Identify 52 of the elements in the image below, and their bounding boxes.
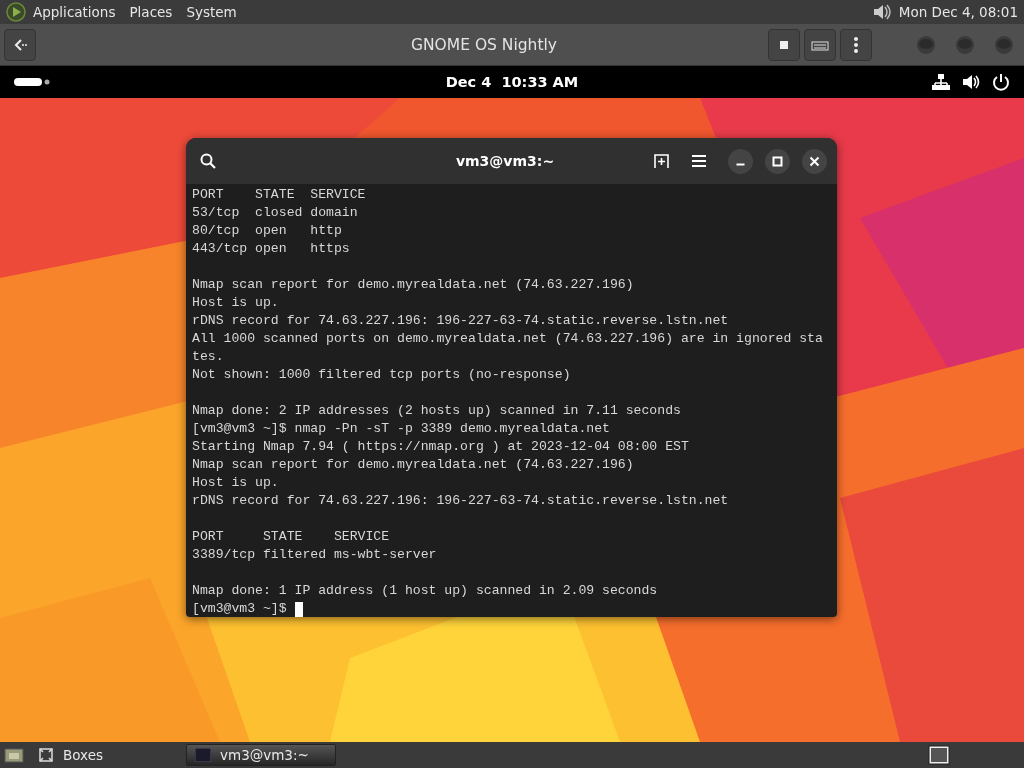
terminal-line: [vm3@vm3 ~]$: [192, 600, 287, 617]
kebab-menu-icon: [854, 36, 858, 53]
terminal-line: All 1000 scanned ports on demo.myrealdata.net (74.63.227.196) are in ignored sta: [192, 330, 823, 348]
terminal-line: Not shown: 1000 filtered tcp ports (no-response): [192, 366, 571, 384]
terminal-line: tes.: [192, 348, 224, 366]
activities-indicator-icon[interactable]: [14, 78, 50, 86]
terminal-line: rDNS record for 74.63.227.196: 196-227-63-74.static.reverse.lstn.net: [192, 492, 729, 510]
terminal-line: 80/tcp open http: [192, 222, 342, 240]
keyboard-button[interactable]: [804, 28, 836, 61]
back-button[interactable]: [4, 28, 36, 61]
terminal-line: Starting Nmap 7.94 ( https://nmap.org ) at 2023-12-04 08:00 EST: [192, 438, 689, 456]
text-cursor: [294, 601, 303, 617]
taskbar-button[interactable]: vm3@vm3:~: [186, 744, 336, 766]
terminal-line: PORT STATE SERVICE: [192, 186, 366, 204]
keyboard-icon: [811, 38, 829, 51]
boxes-icon: [38, 747, 54, 763]
menu-item[interactable]: Places: [122, 4, 180, 20]
close-button[interactable]: [802, 148, 827, 174]
window-title: vm3@vm3:~: [454, 153, 556, 169]
workspace-switcher-icon[interactable]: [928, 745, 950, 765]
square-icon: [780, 40, 788, 49]
terminal-line: Nmap scan report for demo.myrealdata.net (74.63.227.196): [192, 456, 634, 474]
terminal-line: Host is up.: [192, 474, 279, 492]
terminal-line: Nmap done: 2 IP addresses (2 hosts up) scanned in 7.11 seconds: [192, 402, 681, 420]
minimize-button[interactable]: [728, 148, 753, 174]
terminal-line: PORT STATE SERVICE: [192, 528, 390, 546]
maximize-button[interactable]: [765, 148, 790, 174]
terminal-line: Host is up.: [192, 294, 279, 312]
terminal-line: Nmap scan report for demo.myrealdata.net (74.63.227.196): [192, 276, 634, 294]
power-icon[interactable]: [992, 73, 1010, 91]
menu-item[interactable]: Applications: [26, 4, 123, 20]
terminal-line: 3389/tcp filtered ms-wbt-server: [192, 546, 437, 564]
network-icon[interactable]: [932, 73, 950, 91]
back-arrow-icon: [12, 36, 28, 53]
volume-icon[interactable]: [962, 73, 980, 91]
menu-button[interactable]: [840, 28, 872, 61]
menu-item[interactable]: System: [179, 4, 244, 20]
terminal-line: 53/tcp closed domain: [192, 204, 358, 222]
launcher-icon[interactable]: [6, 2, 26, 22]
terminal-icon: [195, 748, 211, 762]
window-title: GNOME OS Nightly: [410, 35, 558, 54]
new-tab-icon[interactable]: [654, 153, 670, 169]
stop-button[interactable]: [768, 28, 800, 61]
menu-icon[interactable]: [692, 155, 706, 167]
taskbar-button[interactable]: Boxes: [30, 744, 180, 766]
terminal-line: [vm3@vm3 ~]$ nmap -Pn -sT -p 3389 demo.myrealdata.net: [192, 420, 610, 438]
terminal-line: rDNS record for 74.63.227.196: 196-227-63-74.static.reverse.lstn.net: [192, 312, 729, 330]
panel-clock[interactable]: Mon Dec 4, 08:01: [898, 4, 1018, 20]
search-icon[interactable]: [200, 153, 216, 169]
terminal-line: 443/tcp open https: [192, 240, 350, 258]
terminal-line: Nmap done: 1 IP address (1 host up) scanned in 2.09 seconds: [192, 582, 658, 600]
show-desktop-icon[interactable]: [4, 746, 24, 764]
